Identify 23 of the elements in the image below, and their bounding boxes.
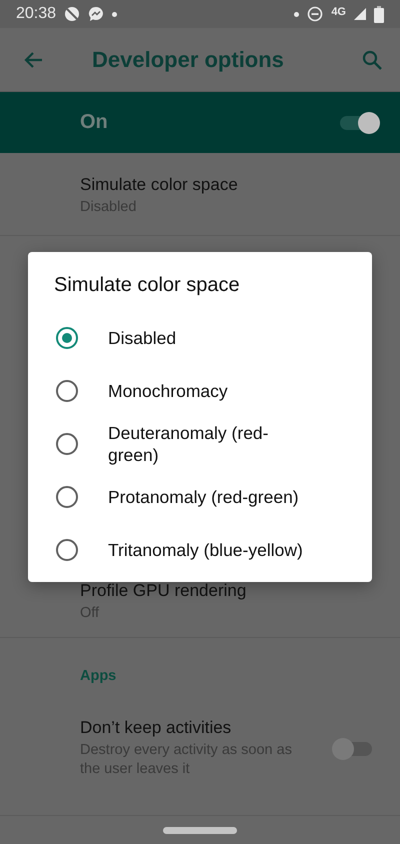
radio-button[interactable]	[56, 486, 78, 508]
dialog-title: Simulate color space	[53, 274, 241, 298]
radio-option[interactable]: Tritanomaly (blue-yellow)	[28, 523, 372, 576]
dot-icon	[112, 12, 118, 16]
do-not-disturb-icon	[307, 6, 324, 22]
home-handle[interactable]	[163, 826, 237, 834]
battery-icon	[374, 6, 384, 22]
signal-icon	[354, 8, 366, 20]
radio-option[interactable]: Monochromacy	[28, 364, 372, 417]
radio-button[interactable]	[56, 538, 78, 560]
dot-icon	[294, 12, 300, 16]
radio-option[interactable]: Deuteranomaly (red-green)	[28, 417, 372, 470]
chat-bubble-icon	[88, 6, 104, 22]
radio-option[interactable]: Disabled	[28, 311, 372, 364]
radio-button[interactable]	[56, 432, 78, 454]
section-header: Apps	[80, 668, 116, 684]
status-time: 20:38	[16, 5, 56, 23]
screen-title: Developer options	[92, 46, 285, 72]
network-type: 4G	[331, 6, 346, 18]
radio-button[interactable]	[56, 326, 78, 348]
master-switch-label: On	[80, 111, 109, 134]
radio-option[interactable]: Protanomaly (red-green)	[28, 470, 372, 523]
radio-button[interactable]	[56, 380, 78, 402]
